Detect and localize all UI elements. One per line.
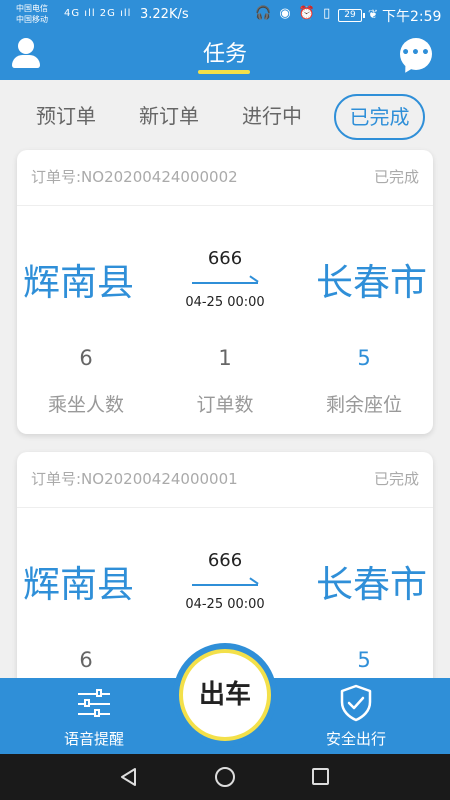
recent-apps-icon[interactable]: [312, 768, 329, 785]
carrier-2: 中国移动: [16, 15, 48, 24]
chat-bubble-icon[interactable]: •••: [400, 38, 432, 70]
shield-check-icon: [340, 684, 372, 722]
route-number: 666: [207, 248, 243, 269]
safe-travel-label: 安全出行: [325, 730, 386, 748]
order-card-header: 订单号:NO20200424000002 已完成: [17, 150, 433, 206]
app-header: 任务 •••: [0, 32, 450, 80]
origin-city: 辉南县: [23, 563, 134, 606]
depart-button[interactable]: 出车: [173, 643, 277, 747]
sliders-icon: [78, 688, 110, 718]
departure-time: 04-25 00:00: [185, 295, 265, 310]
passenger-count: 6: [79, 346, 93, 370]
arrow-right-icon: [192, 584, 258, 586]
order-tabs: 预订单 新订单 进行中 已完成: [0, 80, 450, 150]
title-underline: [198, 70, 250, 74]
leaf-icon: ❦: [368, 7, 379, 21]
system-status-icons: 🎧 ◉ ⏰ ▯: [255, 6, 333, 21]
battery-icon: 29: [338, 9, 365, 22]
tab-completed[interactable]: 已完成: [334, 94, 425, 140]
home-icon[interactable]: [215, 767, 235, 787]
order-number: 订单号:NO20200424000002: [31, 168, 238, 186]
order-number: 订单号:NO20200424000001: [31, 470, 238, 488]
order-card-header: 订单号:NO20200424000001 已完成: [17, 452, 433, 508]
destination-city: 长春市: [316, 563, 427, 606]
carrier-1: 中国电信: [16, 4, 48, 13]
order-count-label: 订单数: [196, 394, 254, 416]
order-status: 已完成: [373, 168, 419, 186]
tab-new-order[interactable]: 新订单: [139, 98, 199, 136]
voice-reminder-button[interactable]: 语音提醒: [24, 678, 164, 754]
order-card[interactable]: 订单号:NO20200424000002 已完成 辉南县 666 04-25 0…: [17, 150, 433, 434]
remaining-seats-label: 剩余座位: [325, 394, 402, 416]
tab-pre-order[interactable]: 预订单: [36, 98, 96, 136]
depart-button-label: 出车: [179, 649, 271, 741]
remaining-seats: 5: [357, 346, 371, 370]
remaining-seats: 5: [357, 648, 371, 672]
tab-in-progress[interactable]: 进行中: [242, 98, 302, 136]
network-speed: 3.22K/s: [140, 7, 189, 22]
signal-icon: 4G ıll 2G ıll: [64, 8, 132, 19]
status-bar: 中国电信 中国移动 4G ıll 2G ıll 3.22K/s 🎧 ◉ ⏰ ▯ …: [0, 0, 450, 32]
page-title: 任务: [202, 42, 247, 67]
destination-city: 长春市: [316, 261, 427, 304]
origin-city: 辉南县: [23, 261, 134, 304]
chat-dots: •••: [401, 45, 431, 61]
back-icon[interactable]: [119, 767, 139, 787]
voice-reminder-label: 语音提醒: [63, 730, 124, 748]
order-count: 1: [218, 346, 232, 370]
system-nav-bar: [0, 754, 450, 800]
route-number: 666: [207, 550, 243, 571]
status-time: 下午2:59: [382, 9, 442, 25]
carrier-names: 中国电信 中国移动: [16, 3, 48, 25]
order-status: 已完成: [373, 470, 419, 488]
departure-time: 04-25 00:00: [185, 597, 265, 612]
passenger-count-label: 乘坐人数: [47, 394, 124, 416]
safe-travel-button[interactable]: 安全出行: [286, 678, 426, 754]
passenger-count: 6: [79, 648, 93, 672]
arrow-right-icon: [192, 282, 258, 284]
